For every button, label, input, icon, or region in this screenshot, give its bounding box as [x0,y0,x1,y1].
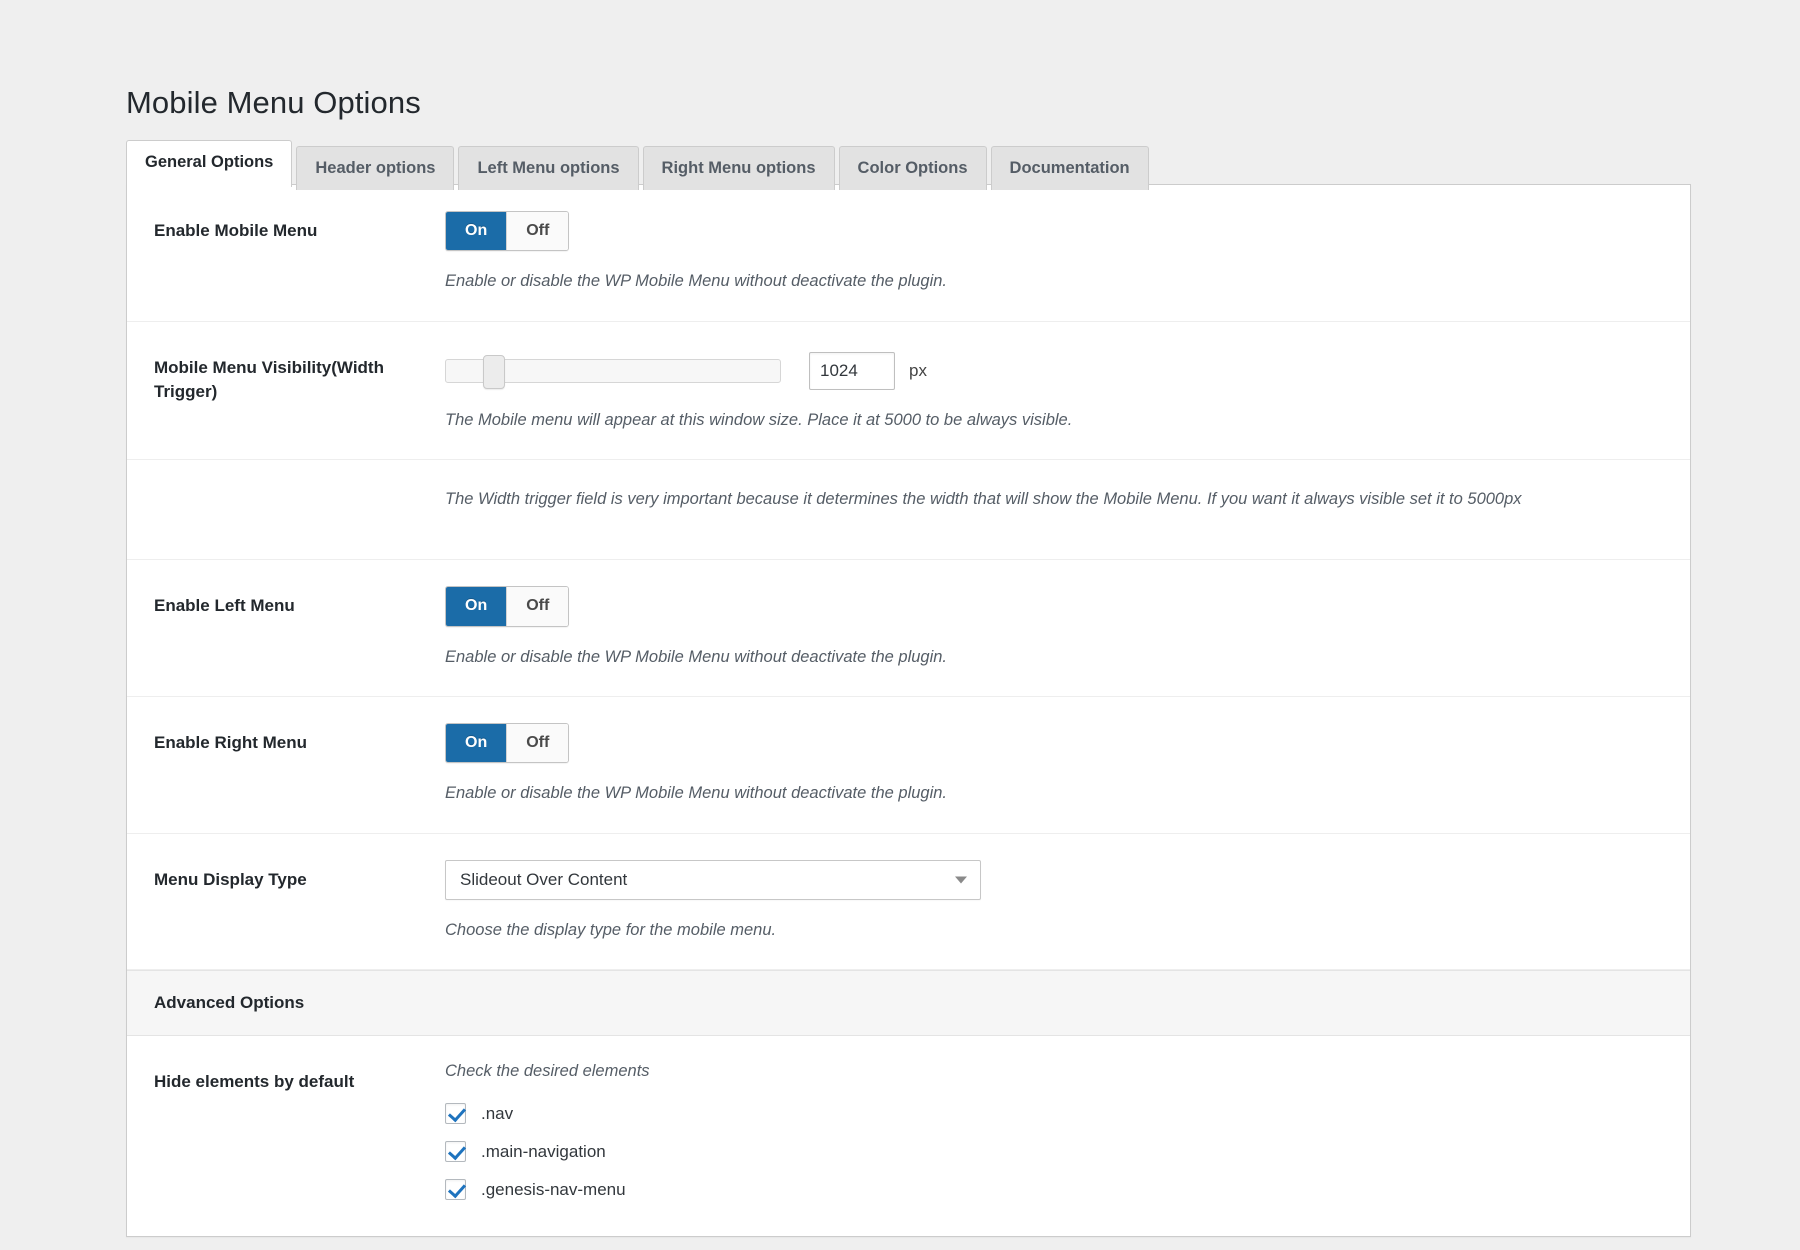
checkbox-label-genesis-nav-menu: .genesis-nav-menu [481,1180,626,1200]
tab-bar: General Options Header options Left Menu… [126,140,1149,187]
row-width-trigger-note: The Width trigger field is very importan… [127,460,1690,560]
menu-display-type-select[interactable]: Slideout Over Content [445,860,981,900]
desc-menu-display-type: Choose the display type for the mobile m… [445,918,1660,944]
checkbox-label-nav: .nav [481,1104,513,1124]
checkbox-genesis-nav-menu[interactable] [445,1179,466,1200]
settings-panel: Enable Mobile Menu On Off Enable or disa… [126,184,1691,1237]
page-title: Mobile Menu Options [126,84,421,121]
toggle-enable-mobile-menu-off[interactable]: Off [506,212,568,250]
tab-general-options[interactable]: General Options [126,140,292,187]
checkbox-row-genesis-nav-menu[interactable]: .genesis-nav-menu [445,1179,1660,1200]
checkbox-nav[interactable] [445,1103,466,1124]
label-hide-elements: Hide elements by default [127,1062,445,1095]
checkbox-row-main-navigation[interactable]: .main-navigation [445,1141,1660,1162]
tab-right-menu-options[interactable]: Right Menu options [643,146,835,190]
tab-left-menu-options[interactable]: Left Menu options [458,146,638,190]
settings-page: Mobile Menu Options General Options Head… [0,0,1800,1250]
toggle-enable-left-menu-off[interactable]: Off [506,587,568,625]
width-trigger-unit: px [909,361,927,381]
label-menu-display-type: Menu Display Type [127,860,445,893]
toggle-enable-right-menu[interactable]: On Off [445,723,569,763]
tab-header-options[interactable]: Header options [296,146,454,190]
desc-enable-mobile-menu: Enable or disable the WP Mobile Menu wit… [445,269,1660,295]
tab-color-options[interactable]: Color Options [839,146,987,190]
desc-width-trigger: The Mobile menu will appear at this wind… [445,408,1660,434]
checkbox-label-main-navigation: .main-navigation [481,1142,606,1162]
section-advanced-options: Advanced Options [127,970,1690,1036]
toggle-enable-right-menu-on[interactable]: On [446,724,506,762]
label-width-trigger: Mobile Menu Visibility(Width Trigger) [127,348,445,405]
label-enable-mobile-menu: Enable Mobile Menu [127,211,445,244]
menu-display-type-value: Slideout Over Content [460,870,627,890]
desc-enable-left-menu: Enable or disable the WP Mobile Menu wit… [445,645,1660,671]
label-enable-right-menu: Enable Right Menu [127,723,445,756]
width-trigger-slider-handle[interactable] [483,355,505,389]
toggle-enable-mobile-menu-on[interactable]: On [446,212,506,250]
desc-enable-right-menu: Enable or disable the WP Mobile Menu wit… [445,781,1660,807]
width-trigger-input[interactable] [809,352,895,390]
toggle-enable-right-menu-off[interactable]: Off [506,724,568,762]
label-width-trigger-note-empty [127,486,445,494]
label-enable-left-menu: Enable Left Menu [127,586,445,619]
row-width-trigger: Mobile Menu Visibility(Width Trigger) px… [127,322,1690,461]
checkbox-main-navigation[interactable] [445,1141,466,1162]
row-hide-elements: Hide elements by default Check the desir… [127,1036,1690,1236]
row-enable-left-menu: Enable Left Menu On Off Enable or disabl… [127,560,1690,697]
toggle-enable-mobile-menu[interactable]: On Off [445,211,569,251]
row-menu-display-type: Menu Display Type Slideout Over Content … [127,834,1690,971]
checkbox-row-nav[interactable]: .nav [445,1103,1660,1124]
width-trigger-slider[interactable] [445,359,781,383]
note-width-trigger: The Width trigger field is very importan… [445,486,1660,513]
tab-documentation[interactable]: Documentation [991,146,1149,190]
hint-hide-elements: Check the desired elements [445,1062,1660,1081]
row-enable-mobile-menu: Enable Mobile Menu On Off Enable or disa… [127,185,1690,322]
toggle-enable-left-menu-on[interactable]: On [446,587,506,625]
toggle-enable-left-menu[interactable]: On Off [445,586,569,626]
row-enable-right-menu: Enable Right Menu On Off Enable or disab… [127,697,1690,834]
